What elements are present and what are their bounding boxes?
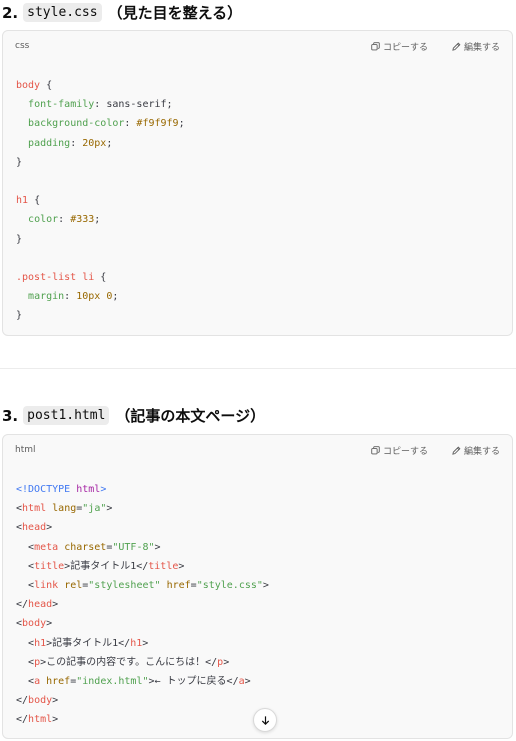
code-line: <a href="index.html">← トップに戻る</a> [16, 676, 251, 688]
code-line: </html> [16, 714, 59, 726]
code-line: padding: 20px; [28, 137, 113, 149]
copy-icon [371, 445, 380, 454]
section-divider [0, 368, 516, 369]
code-language-label: html [15, 445, 36, 455]
code-content: <!DOCTYPE html> <html lang="ja"> <head> … [3, 465, 512, 730]
code-content: body { font-family: sans-serif; backgrou… [3, 61, 512, 326]
code-line: <h1>記事タイトル1</h1> [16, 637, 149, 649]
edit-icon [452, 446, 461, 455]
code-line: <html lang="ja"> [16, 503, 113, 515]
code-line: } [16, 310, 23, 322]
code-line: </head> [16, 599, 59, 611]
arrow-down-icon [261, 715, 269, 725]
edit-label: 編集する [463, 42, 500, 53]
edit-icon [452, 42, 461, 51]
code-block-header: css コピーする 編集する [3, 31, 512, 61]
code-line: h1 { [16, 195, 41, 207]
code-line: </body> [16, 695, 59, 707]
code-line: .post-list li { [16, 272, 107, 284]
code-block-html: html コピーする 編集する <!DOCTYPE html> <html la… [2, 434, 513, 739]
code-line: <link rel="stylesheet" href="style.css"> [16, 580, 269, 592]
code-line: <p>この記事の内容です。こんにちは！</p> [16, 656, 230, 668]
scroll-to-bottom-button[interactable] [253, 708, 277, 732]
code-block-actions: コピーする 編集する [371, 444, 500, 457]
edit-label: 編集する [463, 446, 500, 457]
code-line: } [16, 156, 23, 168]
code-line: } [16, 233, 23, 245]
filename-code: post1.html [23, 406, 110, 425]
code-line: body { [16, 80, 53, 91]
code-language-label: css [15, 41, 30, 51]
edit-button[interactable]: 編集する [452, 444, 500, 457]
code-line: <!DOCTYPE html> [16, 484, 107, 495]
code-block-css: css コピーする 編集する body { font-family: sans-… [2, 30, 513, 336]
section-number: 2. [2, 3, 19, 22]
section-description: （記事の本文ページ） [115, 407, 266, 425]
copy-button[interactable]: コピーする [371, 40, 428, 53]
code-line: font-family: sans-serif; [28, 99, 173, 111]
copy-icon [371, 41, 380, 50]
copy-label: コピーする [382, 42, 428, 53]
code-line: <head> [16, 522, 53, 534]
code-line: <body> [16, 618, 53, 630]
code-block-actions: コピーする 編集する [371, 40, 500, 53]
code-line: background-color: #f9f9f9; [28, 118, 185, 130]
code-line: color: #333; [28, 214, 101, 226]
section-heading-post1-html: 3. post1.html （記事の本文ページ） [2, 405, 265, 426]
copy-button[interactable]: コピーする [371, 444, 428, 457]
section-heading-style-css: 2. style.css （見た目を整える） [2, 2, 242, 23]
section-description: （見た目を整える） [107, 4, 243, 22]
code-block-header: html コピーする 編集する [3, 435, 512, 465]
code-line: <title>記事タイトル1</title> [16, 560, 185, 572]
code-line: margin: 10px 0; [28, 291, 119, 303]
section-number: 3. [2, 406, 19, 425]
filename-code: style.css [23, 3, 102, 22]
code-line: <meta charset="UTF-8"> [16, 541, 161, 553]
copy-label: コピーする [382, 446, 428, 457]
edit-button[interactable]: 編集する [452, 40, 500, 53]
